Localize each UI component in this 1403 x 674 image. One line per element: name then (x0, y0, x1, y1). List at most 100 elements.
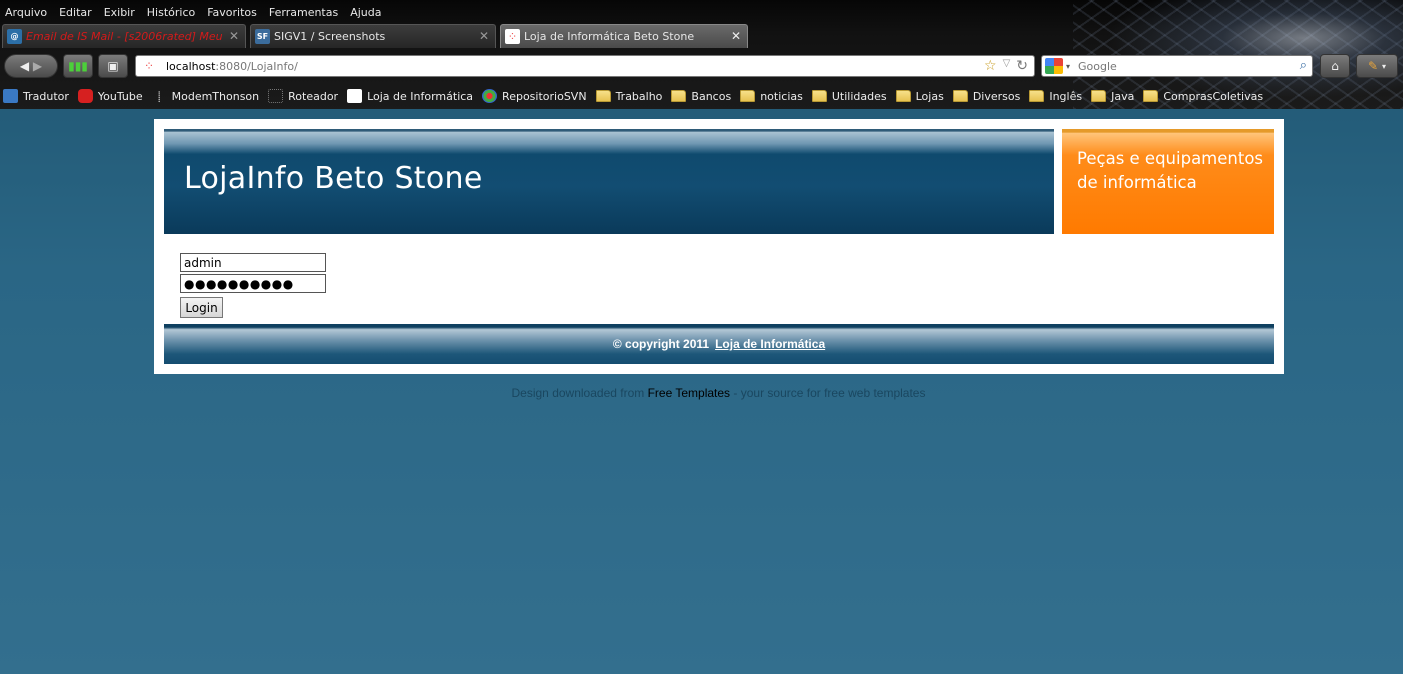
search-engine-dropdown-icon[interactable]: ▾ (1066, 62, 1070, 71)
site-title: LojaInfo Beto Stone (184, 161, 483, 196)
bookmark-label: Diversos (972, 89, 1021, 103)
reload-icon[interactable]: ↻ (1016, 58, 1028, 74)
dropdown-arrow-icon[interactable]: ▾ (1382, 62, 1386, 71)
menu-item-editar[interactable]: Editar (59, 5, 92, 23)
browser-chrome: Arquivo Editar Exibir Histórico Favorito… (0, 0, 1403, 109)
bookmark-star-icon[interactable]: ☆ (984, 58, 997, 74)
bookmark-utilidades[interactable]: Utilidades (811, 89, 887, 103)
mail-icon: @ (7, 29, 22, 44)
folder-icon (671, 90, 687, 102)
bookmark-bancos[interactable]: Bancos (671, 90, 731, 103)
forward-arrow-icon[interactable]: ▶ (33, 59, 42, 73)
url-dropdown-icon[interactable]: ▽ (1003, 58, 1011, 74)
bookmark-trabalho[interactable]: Trabalho (595, 89, 663, 103)
home-icon: ⌂ (1331, 59, 1339, 73)
navigation-bar: ◀ ▶ ▮▮▮ ▣ ⁘ localhost:8080/LojaInfo/ ☆ ▽… (0, 51, 1403, 81)
bookmark-comprascoletivas[interactable]: ComprasColetivas (1143, 90, 1263, 103)
bookmark-diversos[interactable]: Diversos (952, 89, 1021, 103)
copyright-text: © copyright 2011 (612, 337, 710, 351)
close-icon[interactable]: ✕ (731, 29, 741, 43)
close-icon[interactable]: ✕ (479, 29, 489, 43)
home-button[interactable]: ⌂ (1320, 54, 1350, 78)
search-placeholder: Google (1078, 59, 1117, 73)
tab-title: Email de IS Mail - [s2006rated] Meu Pro] (26, 30, 226, 43)
folder-icon (895, 90, 911, 102)
bookmark-label: RepositorioSVN (502, 89, 587, 103)
folder-icon (595, 90, 611, 102)
folder-icon (1029, 90, 1045, 102)
folder-icon (1091, 90, 1107, 102)
signal-bars-icon: ▮▮▮ (68, 59, 88, 73)
page-favicon: ⁘ (144, 59, 155, 73)
footer-link[interactable]: Loja de Informática (715, 337, 825, 351)
menu-item-ajuda[interactable]: Ajuda (350, 5, 381, 23)
login-form: Login (180, 253, 326, 318)
menu-item-historico[interactable]: Histórico (147, 5, 195, 23)
username-input[interactable] (180, 253, 326, 272)
bookmark-label: Bancos (691, 89, 732, 103)
bookmark-noticias[interactable]: noticias (740, 90, 803, 103)
bookmark-repositoriosvn[interactable]: RepositorioSVN (482, 89, 587, 103)
cursor-icon: ⸽ (157, 92, 161, 103)
bookmark-ingles[interactable]: Inglês (1029, 90, 1082, 103)
bookmark-label: ComprasColetivas (1163, 89, 1264, 103)
search-box[interactable]: ▾ Google ⌕ (1041, 55, 1313, 77)
bookmark-label: Tradutor (23, 89, 69, 103)
tab-title: SIGV1 / Screenshots (274, 30, 386, 43)
credits-prefix: Design downloaded from (511, 386, 648, 400)
login-button[interactable]: Login (180, 297, 223, 318)
menu-item-ferramentas[interactable]: Ferramentas (269, 5, 338, 23)
bookmark-label: Inglês (1049, 89, 1083, 103)
bookmark-loja[interactable]: Loja de Informática (347, 89, 473, 103)
youtube-icon (77, 89, 93, 103)
url-path: :8080/LojaInfo/ (215, 59, 298, 73)
tab-sigv1[interactable]: SF SIGV1 / Screenshots ✕ (250, 24, 496, 48)
folder-icon (811, 90, 827, 102)
credits-suffix: - your source for free web templates (730, 386, 926, 400)
bookmark-label: Roteador (288, 89, 339, 103)
bookmark-label: Loja de Informática (367, 89, 474, 103)
chrome-like-icon (482, 89, 498, 103)
bookmark-tradutor[interactable]: Tradutor (3, 89, 69, 103)
back-forward-button[interactable]: ◀ ▶ (4, 54, 58, 78)
extension-button[interactable]: ✎ ▾ (1356, 54, 1398, 78)
tab-strip: @ Email de IS Mail - [s2006rated] Meu Pr… (0, 24, 760, 48)
free-templates-link[interactable]: Free Templates (648, 386, 730, 400)
password-input[interactable] (180, 274, 326, 293)
tab-title: Loja de Informática Beto Stone (524, 30, 695, 43)
bookmark-label: Java (1111, 89, 1135, 103)
tab-email[interactable]: @ Email de IS Mail - [s2006rated] Meu Pr… (2, 24, 246, 48)
loading-dots-icon (347, 89, 363, 103)
bookmark-java[interactable]: Java (1091, 90, 1134, 103)
bookmark-label: ModemThonson (171, 89, 260, 103)
folder-icon (952, 90, 968, 102)
google-icon[interactable] (1045, 58, 1063, 74)
back-arrow-icon[interactable]: ◀ (20, 59, 29, 73)
search-icon[interactable]: ⌕ (1300, 58, 1307, 73)
signal-button[interactable]: ▮▮▮ (63, 54, 93, 78)
folder-icon (1143, 90, 1159, 102)
extension-icon: ✎ (1367, 59, 1379, 73)
bookmarks-bar: Tradutor YouTube ⸽ ModemThonson Roteador… (0, 86, 1272, 106)
bookmark-lojas[interactable]: Lojas (895, 89, 944, 103)
bookmark-roteador[interactable]: Roteador (268, 89, 338, 103)
menu-item-exibir[interactable]: Exibir (104, 5, 135, 23)
site-tagline: Peças e equipamentos de informática (1077, 149, 1264, 192)
close-icon[interactable]: ✕ (229, 29, 239, 43)
page-container: LojaInfo Beto Stone Peças e equipamentos… (154, 119, 1284, 374)
bookmark-label: Lojas (915, 89, 944, 103)
bookmark-youtube[interactable]: YouTube (77, 89, 143, 103)
menu-bar: Arquivo Editar Exibir Histórico Favorito… (0, 5, 382, 23)
address-bar[interactable]: ⁘ localhost:8080/LojaInfo/ ☆ ▽ ↻ (135, 55, 1035, 77)
page-footer: © copyright 2011 Loja de Informática (164, 324, 1274, 364)
blank-page-icon (268, 89, 284, 103)
bookmark-label: noticias (760, 89, 803, 103)
bookmark-label: Trabalho (615, 89, 663, 103)
addon-button[interactable]: ▣ (98, 54, 128, 78)
site-header: LojaInfo Beto Stone (164, 129, 1054, 234)
tab-loja[interactable]: ⁘ Loja de Informática Beto Stone ✕ (500, 24, 748, 48)
menu-item-favoritos[interactable]: Favoritos (207, 5, 257, 23)
bookmark-label: Utilidades (831, 89, 887, 103)
bookmark-modemthonson[interactable]: ⸽ ModemThonson (152, 89, 260, 104)
menu-item-arquivo[interactable]: Arquivo (5, 5, 47, 23)
